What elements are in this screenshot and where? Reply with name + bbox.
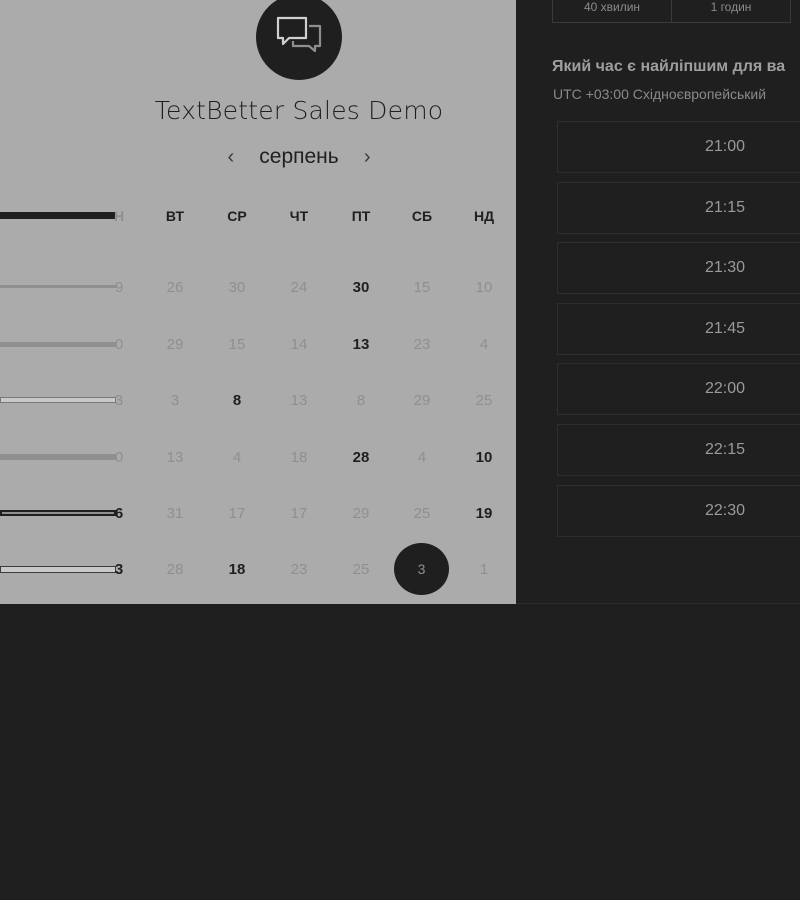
weekday-label: НД (473, 208, 495, 224)
calendar-day[interactable]: 30 (215, 279, 259, 296)
calendar-day[interactable]: 0 (97, 336, 141, 353)
calendar-day[interactable]: 4 (462, 336, 506, 353)
calendar-day[interactable]: 14 (277, 336, 321, 353)
calendar-day[interactable]: 3 (97, 392, 141, 409)
calendar-day[interactable]: 25 (462, 392, 506, 409)
calendar-day[interactable]: 29 (339, 505, 383, 522)
chat-bubbles-icon (276, 16, 322, 53)
time-slot-button[interactable]: 21:15 (557, 181, 800, 234)
calendar-day[interactable]: 8 (215, 392, 259, 409)
calendar-day[interactable]: 19 (462, 505, 506, 522)
time-slot-button[interactable]: 22:15 (557, 424, 800, 476)
timezone-selector[interactable]: UTC +03:00 Східноєвропейський (553, 86, 766, 102)
calendar-day[interactable]: 10 (462, 279, 506, 296)
calendar-day[interactable]: 15 (400, 279, 444, 296)
chevron-right-icon[interactable]: › (357, 146, 377, 169)
calendar-day[interactable]: 17 (215, 505, 259, 522)
chevron-left-icon[interactable]: ‹ (221, 146, 241, 169)
calendar-day[interactable]: 25 (339, 561, 383, 578)
weekday-label: Н (113, 208, 125, 224)
calendar-day[interactable]: 13 (339, 336, 383, 353)
selected-day[interactable]: 3 (394, 543, 449, 595)
time-question: Який час є найліпшим для ва (552, 58, 786, 75)
calendar-day[interactable]: 28 (153, 561, 197, 578)
divider (516, 603, 800, 604)
calendar-day[interactable]: 28 (339, 449, 383, 466)
calendar-day[interactable]: 6 (97, 505, 141, 522)
calendar-day[interactable]: 13 (153, 449, 197, 466)
calendar-day[interactable]: 0 (97, 449, 141, 466)
calendar-day[interactable]: 1 (462, 561, 506, 578)
event-title: TextBetter Sales Demo (154, 96, 444, 125)
event-logo (256, 0, 342, 80)
calendar-day[interactable]: 4 (215, 449, 259, 466)
weekday-label: СБ (411, 208, 433, 224)
calendar-day[interactable]: 18 (277, 449, 321, 466)
weekday-label: СР (227, 208, 247, 224)
duration-option-60[interactable]: 1 годин (671, 0, 791, 23)
weekday-label: ЧТ (289, 208, 309, 224)
month-navigation: ‹ серпень › (0, 145, 598, 169)
month-label: серпень (259, 145, 339, 168)
calendar-day[interactable]: 25 (400, 505, 444, 522)
time-slot-button[interactable]: 21:00 (557, 121, 800, 173)
calendar-day[interactable]: 30 (339, 279, 383, 296)
calendar-day[interactable]: 23 (277, 561, 321, 578)
calendar-day[interactable]: 26 (153, 279, 197, 296)
calendar-day[interactable]: 8 (339, 392, 383, 409)
calendar-day[interactable]: 9 (97, 279, 141, 296)
calendar-day[interactable]: 23 (400, 336, 444, 353)
calendar-day[interactable]: 15 (215, 336, 259, 353)
time-slot-button[interactable]: 21:30 (557, 242, 800, 295)
calendar-day[interactable]: 18 (215, 561, 259, 578)
time-slot-button[interactable]: 22:00 (557, 363, 800, 416)
calendar-day[interactable]: 3 (153, 392, 197, 409)
calendar-panel: TextBetter Sales Demo ‹ серпень › Н ВТ СР Ч… (0, 0, 516, 604)
time-slot-button[interactable]: 22:30 (557, 484, 800, 537)
calendar-day[interactable]: 29 (153, 336, 197, 353)
time-slot-button[interactable]: 21:45 (557, 302, 800, 355)
calendar-day[interactable]: 24 (277, 279, 321, 296)
weekday-label: ВТ (165, 208, 185, 224)
weekday-label: ПТ (351, 208, 371, 224)
calendar-day[interactable]: 31 (153, 505, 197, 522)
calendar-day[interactable]: 29 (400, 392, 444, 409)
calendar-day[interactable]: 4 (400, 449, 444, 466)
calendar-day[interactable]: 13 (277, 392, 321, 409)
calendar-day[interactable]: 3 (97, 561, 141, 578)
calendar-day[interactable]: 17 (277, 505, 321, 522)
calendar-day[interactable]: 10 (462, 449, 506, 466)
duration-option-40[interactable]: 40 хвилин (552, 0, 672, 23)
